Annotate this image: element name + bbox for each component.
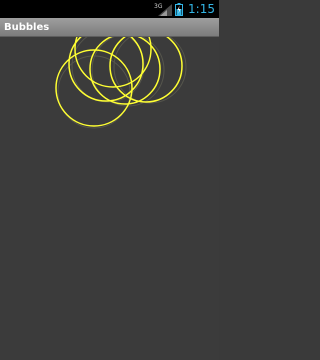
status-icons: 3G 1:15: [154, 0, 215, 18]
bubble-canvas[interactable]: [0, 37, 219, 360]
network-signal-icon: 3G: [154, 3, 173, 16]
phone-screen: 3G 1:15 Bubbles: [0, 0, 219, 360]
bubble-layer: [55, 37, 187, 129]
network-type-label: 3G: [154, 3, 163, 10]
status-clock: 1:15: [188, 2, 215, 16]
status-bar: 3G 1:15: [0, 0, 219, 18]
app-title: Bubbles: [4, 22, 50, 33]
battery-icon: [175, 2, 184, 16]
title-bar: Bubbles: [0, 18, 219, 37]
